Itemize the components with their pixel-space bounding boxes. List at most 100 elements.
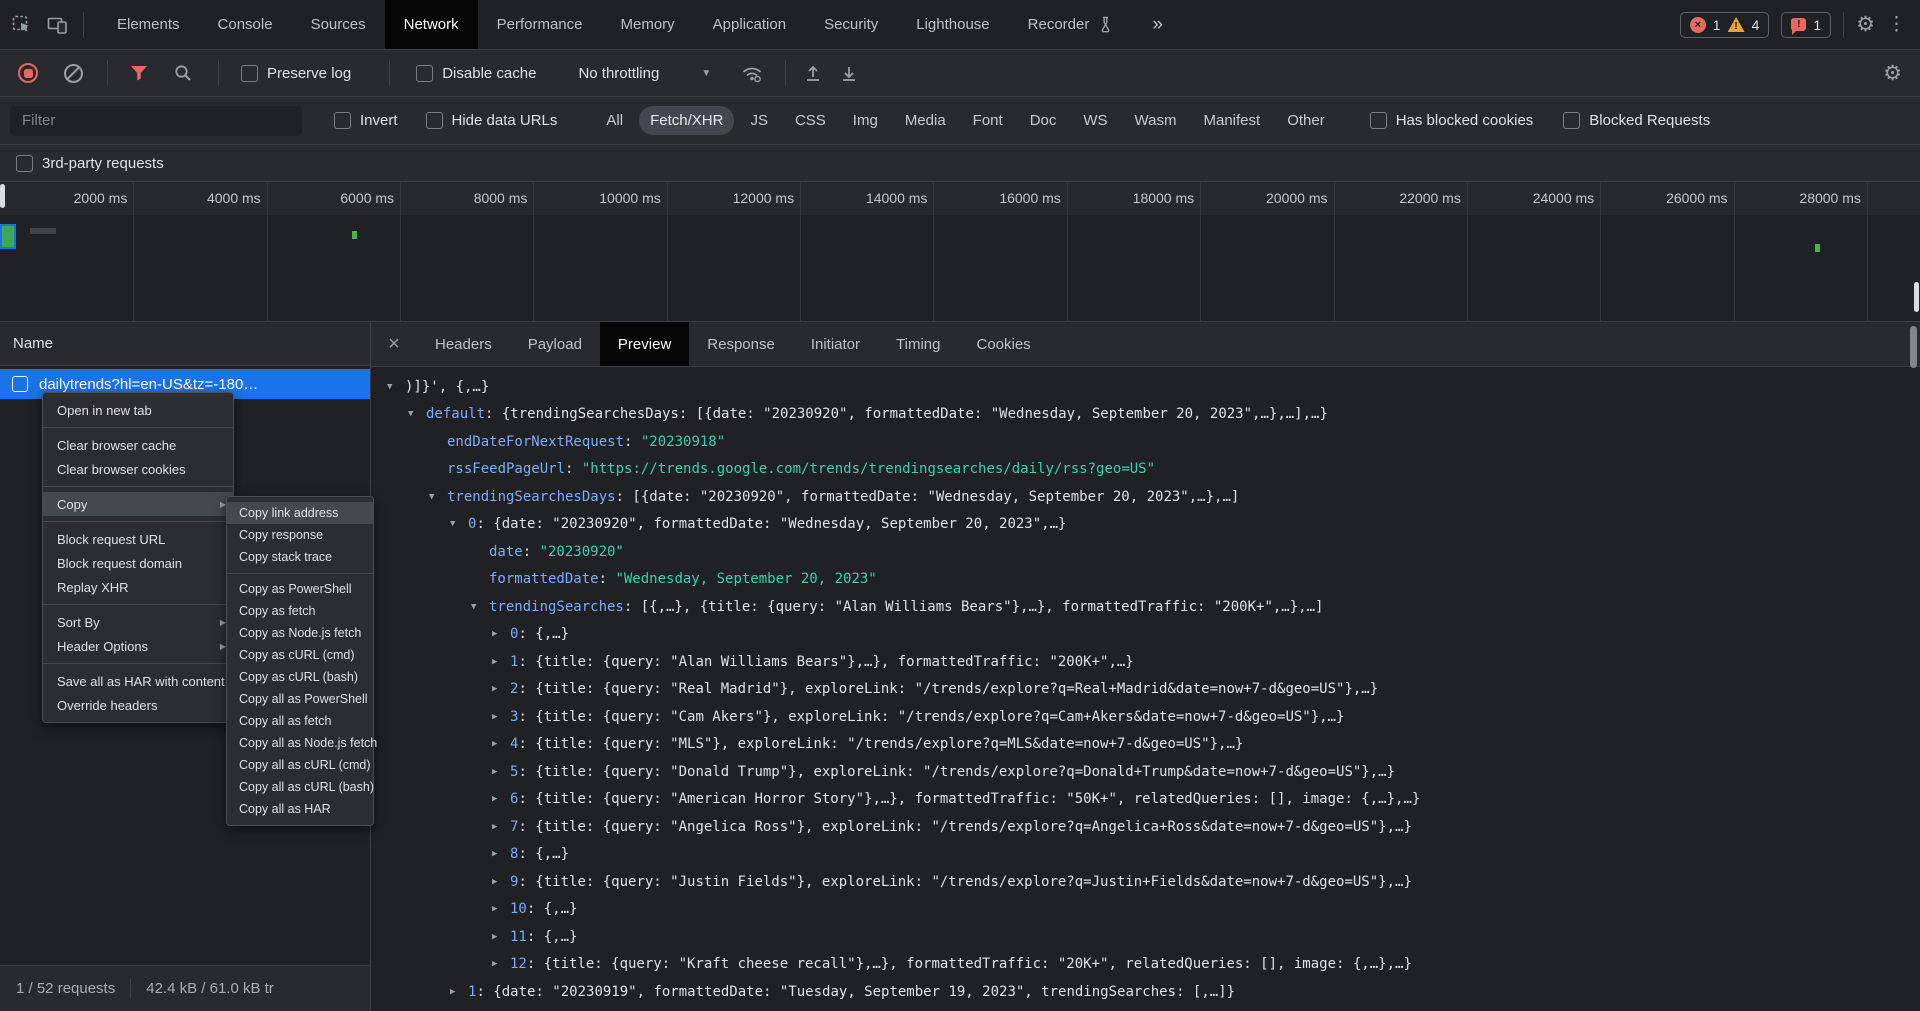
hide-data-urls-checkbox[interactable] <box>426 112 443 129</box>
filter-pill-ws[interactable]: WS <box>1072 106 1118 135</box>
main-tab-network[interactable]: Network <box>385 0 478 49</box>
timeline-overview[interactable]: 2000 ms4000 ms6000 ms8000 ms10000 ms1200… <box>0 182 1920 322</box>
preview-tree-line[interactable]: ▶8: {,…} <box>371 841 1920 869</box>
main-tab-lighthouse[interactable]: Lighthouse <box>897 0 1008 49</box>
menu-item-copy-stack-trace[interactable]: Copy stack trace <box>227 546 373 568</box>
blocked-requests-label[interactable]: Blocked Requests <box>1589 112 1710 129</box>
settings-gear-icon[interactable]: ⚙ <box>1856 12 1875 37</box>
details-tab-payload[interactable]: Payload <box>510 322 600 366</box>
filter-pill-all[interactable]: All <box>595 106 634 135</box>
export-har-icon[interactable] <box>840 64 858 82</box>
caret-right-icon[interactable]: ▶ <box>492 629 510 639</box>
close-icon[interactable]: × <box>371 322 417 366</box>
caret-right-icon[interactable]: ▶ <box>492 739 510 749</box>
menu-item-copy-all-as-powershell[interactable]: Copy all as PowerShell <box>227 688 373 710</box>
preview-tree-line[interactable]: formattedDate: "Wednesday, September 20,… <box>371 566 1920 594</box>
record-network-log-icon[interactable] <box>18 63 38 83</box>
menu-item-copy-response[interactable]: Copy response <box>227 524 373 546</box>
preview-tree-line[interactable]: date: "20230920" <box>371 538 1920 566</box>
disable-cache-checkbox[interactable] <box>416 65 433 82</box>
clear-network-log-icon[interactable] <box>64 64 83 83</box>
menu-item-clear-browser-cache[interactable]: Clear browser cache <box>43 433 233 457</box>
preview-tree-line[interactable]: ▶1: {date: "20230919", formattedDate: "T… <box>371 978 1920 1006</box>
menu-item-copy-all-as-har[interactable]: Copy all as HAR <box>227 798 373 820</box>
caret-right-icon[interactable]: ▶ <box>492 849 510 859</box>
menu-item-block-request-domain[interactable]: Block request domain <box>43 551 233 575</box>
details-tab-response[interactable]: Response <box>689 322 793 366</box>
preview-tree-line[interactable]: endDateForNextRequest: "20230918" <box>371 428 1920 456</box>
has-blocked-cookies-checkbox[interactable] <box>1370 112 1387 129</box>
network-settings-gear-icon[interactable]: ⚙ <box>1883 61 1902 86</box>
menu-item-copy-as-curl-cmd[interactable]: Copy as cURL (cmd) <box>227 644 373 666</box>
caret-right-icon[interactable]: ▶ <box>492 712 510 722</box>
preview-tree-line[interactable]: ▶12: {title: {query: "Kraft cheese recal… <box>371 951 1920 979</box>
kebab-menu-icon[interactable]: ⋮ <box>1887 13 1906 36</box>
menu-item-copy-as-powershell[interactable]: Copy as PowerShell <box>227 578 373 600</box>
menu-item-copy-as-node-js-fetch[interactable]: Copy as Node.js fetch <box>227 622 373 644</box>
filter-pill-other[interactable]: Other <box>1276 106 1336 135</box>
caret-right-icon[interactable]: ▶ <box>492 959 510 969</box>
throttling-select[interactable]: No throttling ▼ <box>578 65 711 82</box>
menu-item-open-in-new-tab[interactable]: Open in new tab <box>43 398 233 422</box>
filter-pill-img[interactable]: Img <box>842 106 889 135</box>
menu-item-replay-xhr[interactable]: Replay XHR <box>43 575 233 599</box>
preview-tree-line[interactable]: ▼default: {trendingSearchesDays: [{date:… <box>371 401 1920 429</box>
caret-right-icon[interactable]: ▶ <box>492 657 510 667</box>
filter-pill-js[interactable]: JS <box>739 106 779 135</box>
menu-item-copy-link-address[interactable]: Copy link address <box>227 502 373 524</box>
menu-item-save-all-as-har-with-content[interactable]: Save all as HAR with content <box>43 669 233 693</box>
disable-cache-label[interactable]: Disable cache <box>442 65 536 82</box>
console-status-badges[interactable]: × 1 ! 4 <box>1680 12 1770 38</box>
menu-item-copy-as-curl-bash[interactable]: Copy as cURL (bash) <box>227 666 373 688</box>
details-tab-timing[interactable]: Timing <box>878 322 958 366</box>
preview-tree-line[interactable]: ▼trendingSearchesDays: [{date: "20230920… <box>371 483 1920 511</box>
request-checkbox[interactable] <box>12 376 28 392</box>
main-tab-performance[interactable]: Performance <box>478 0 602 49</box>
invert-checkbox[interactable] <box>334 112 351 129</box>
caret-right-icon[interactable]: ▶ <box>492 794 510 804</box>
menu-item-override-headers[interactable]: Override headers <box>43 693 233 717</box>
filter-pill-media[interactable]: Media <box>894 106 957 135</box>
filter-pill-font[interactable]: Font <box>962 106 1014 135</box>
main-tab-memory[interactable]: Memory <box>602 0 694 49</box>
preview-tree-line[interactable]: ▶4: {title: {query: "MLS"}, exploreLink:… <box>371 731 1920 759</box>
details-tab-initiator[interactable]: Initiator <box>793 322 878 366</box>
preserve-log-checkbox[interactable] <box>241 65 258 82</box>
menu-item-copy[interactable]: Copy▶ <box>43 492 233 516</box>
invert-label[interactable]: Invert <box>360 112 398 129</box>
filter-pill-wasm[interactable]: Wasm <box>1124 106 1188 135</box>
main-tab-console[interactable]: Console <box>199 0 292 49</box>
preview-tree-line[interactable]: ▶7: {title: {query: "Angelica Ross"}, ex… <box>371 813 1920 841</box>
preview-tree-line[interactable]: rssFeedPageUrl: "https://trends.google.c… <box>371 456 1920 484</box>
third-party-label[interactable]: 3rd-party requests <box>42 155 164 172</box>
menu-item-copy-as-fetch[interactable]: Copy as fetch <box>227 600 373 622</box>
caret-down-icon[interactable]: ▼ <box>408 409 426 419</box>
filter-funnel-icon[interactable] <box>130 65 148 81</box>
details-tab-preview[interactable]: Preview <box>600 322 689 366</box>
caret-down-icon[interactable]: ▼ <box>387 382 405 392</box>
import-har-icon[interactable] <box>804 64 822 82</box>
menu-item-block-request-url[interactable]: Block request URL <box>43 527 233 551</box>
inspect-element-icon[interactable] <box>12 15 31 34</box>
preview-tree-line[interactable]: ▼)]}', {,…} <box>371 373 1920 401</box>
caret-down-icon[interactable]: ▼ <box>471 602 489 612</box>
preview-tree-line[interactable]: ▼0: {date: "20230920", formattedDate: "W… <box>371 511 1920 539</box>
main-tab-security[interactable]: Security <box>805 0 897 49</box>
preview-tree-line[interactable]: ▶0: {,…} <box>371 621 1920 649</box>
main-tab-sources[interactable]: Sources <box>292 0 385 49</box>
preserve-log-label[interactable]: Preserve log <box>267 65 351 82</box>
caret-right-icon[interactable]: ▶ <box>492 767 510 777</box>
menu-item-copy-all-as-fetch[interactable]: Copy all as fetch <box>227 710 373 732</box>
preview-tree-line[interactable]: ▶3: {title: {query: "Cam Akers"}, explor… <box>371 703 1920 731</box>
details-tab-headers[interactable]: Headers <box>417 322 510 366</box>
details-tab-cookies[interactable]: Cookies <box>958 322 1048 366</box>
more-tabs-icon[interactable]: » <box>1132 14 1185 36</box>
caret-right-icon[interactable]: ▶ <box>450 987 468 997</box>
preview-scrollbar-thumb[interactable] <box>1910 326 1917 368</box>
filter-pill-fetch-xhr[interactable]: Fetch/XHR <box>639 106 734 135</box>
main-tab-elements[interactable]: Elements <box>98 0 199 49</box>
main-tab-recorder[interactable]: Recorder <box>1009 0 1133 49</box>
menu-item-sort-by[interactable]: Sort By▶ <box>43 610 233 634</box>
menu-item-copy-all-as-node-js-fetch[interactable]: Copy all as Node.js fetch <box>227 732 373 754</box>
timeline-drag-handle[interactable] <box>0 184 5 208</box>
